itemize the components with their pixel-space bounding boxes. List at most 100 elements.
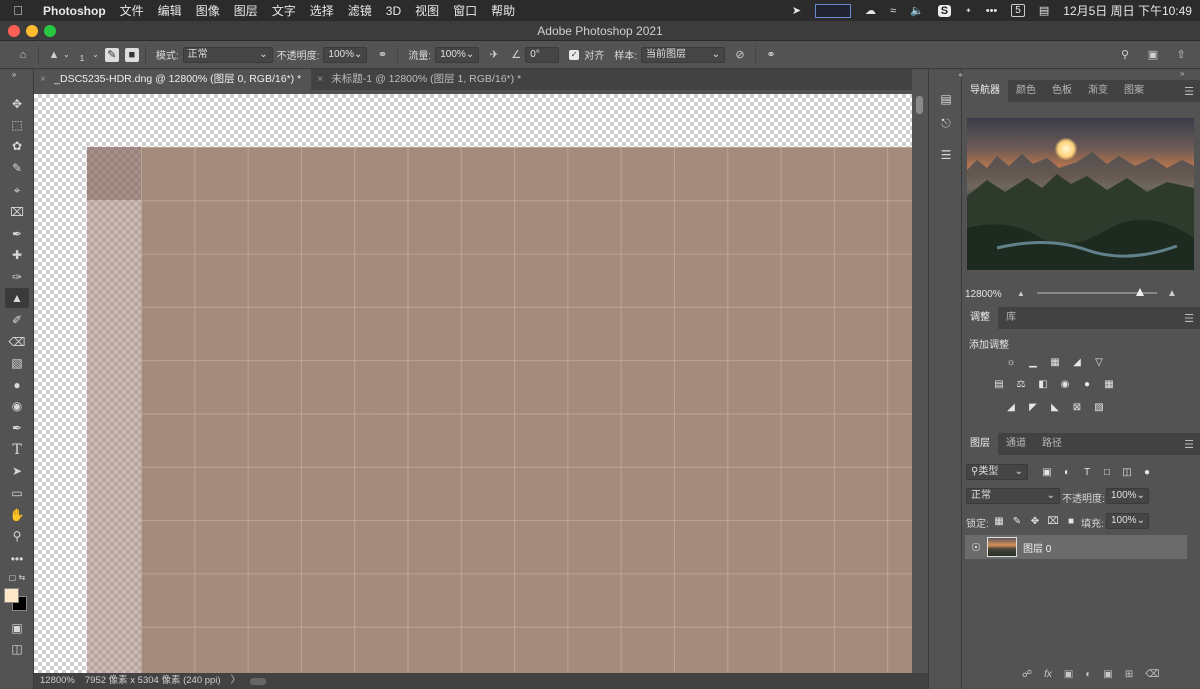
status-menu-arrow-icon[interactable]: 〉 [231, 673, 241, 689]
layer-style-icon[interactable]: fx [1044, 669, 1052, 680]
healing-brush-tool-icon[interactable]: ✚ [5, 245, 29, 265]
filter-shape-icon[interactable]: □ [1100, 465, 1114, 479]
cloud-icon[interactable]: ☁ [865, 4, 876, 17]
exposure-icon[interactable]: ◢ [1070, 355, 1084, 369]
levels-icon[interactable]: ▁ [1026, 355, 1040, 369]
new-group-icon[interactable]: ▣ [1103, 669, 1112, 680]
status-scroll-thumb[interactable] [250, 678, 267, 685]
brush-tool-icon[interactable]: ✑ [5, 267, 29, 287]
filter-pixel-icon[interactable]: ▣ [1040, 465, 1054, 479]
apple-icon[interactable]:  [0, 3, 36, 18]
eraser-tool-icon[interactable]: ⌫ [5, 332, 29, 352]
filter-adjustment-icon[interactable]: ◐ [1060, 465, 1074, 479]
send-icon[interactable]: ➤ [792, 4, 801, 17]
pressure-size-icon[interactable]: ⚭ [762, 46, 780, 64]
crop-tool-icon[interactable]: ⌖ [5, 180, 29, 200]
selective-color-icon[interactable]: ⊠ [1070, 400, 1084, 414]
edit-toolbar-icon[interactable]: ••• [5, 549, 29, 569]
menu-view[interactable]: 视图 [408, 2, 446, 19]
gradient-map-icon[interactable]: ▧ [1092, 400, 1106, 414]
brightness-contrast-icon[interactable]: ☼ [1004, 355, 1018, 369]
tab-color[interactable]: 颜色 [1008, 80, 1044, 102]
history-brush-tool-icon[interactable]: ✐ [5, 310, 29, 330]
panel-menu-icon[interactable]: ☰ [1184, 85, 1194, 98]
new-adjustment-layer-icon[interactable]: ◐ [1085, 669, 1091, 680]
lock-artboard-icon[interactable]: ⌧ [1046, 514, 1060, 528]
layer-thumbnail[interactable] [987, 537, 1017, 557]
lock-transparent-icon[interactable]: ▦ [992, 514, 1006, 528]
s-app-icon[interactable]: S [937, 4, 952, 17]
add-mask-icon[interactable]: ▣ [1064, 669, 1073, 680]
zoom-in-icon[interactable]: ▲ [1167, 288, 1177, 299]
brush-size-value[interactable]: 1 [80, 54, 84, 63]
visibility-eye-icon[interactable]: ☉ [971, 541, 981, 554]
quick-selection-tool-icon[interactable]: ✎ [5, 158, 29, 178]
menu-window[interactable]: 窗口 [446, 2, 484, 19]
navigator-zoom-value[interactable]: 12800% [965, 289, 1002, 300]
bluetooth-icon[interactable]: ᛭ [965, 5, 972, 17]
color-lookup-icon[interactable]: ▦ [1102, 377, 1116, 391]
menu-filter[interactable]: 滤镜 [341, 2, 379, 19]
filter-smart-object-icon[interactable]: ◫ [1120, 465, 1134, 479]
invert-icon[interactable]: ◢ [1004, 400, 1018, 414]
quick-mask-icon[interactable]: ▣ [5, 618, 29, 638]
preset-dropdown-chevron-icon[interactable]: ⌄ [63, 50, 70, 59]
menu-edit[interactable]: 编辑 [151, 2, 189, 19]
clone-source-icon[interactable]: ■ [124, 47, 139, 62]
layer-filter-select[interactable]: ⚲类型 ⌄ [966, 464, 1028, 480]
flow-input[interactable]: 100% ⌄ [435, 46, 480, 63]
scrollbar-thumb[interactable] [916, 96, 923, 114]
foreground-color-swatch[interactable] [4, 588, 19, 603]
brush-settings-icon[interactable]: ✎ [104, 47, 119, 62]
color-balance-icon[interactable]: ⚖ [1014, 377, 1028, 391]
navigator-preview[interactable] [967, 118, 1194, 270]
dodge-tool-icon[interactable]: ◉ [5, 396, 29, 416]
gradient-tool-icon[interactable]: ▧ [5, 353, 29, 373]
rectangle-tool-icon[interactable]: ▭ [5, 483, 29, 503]
link-layers-icon[interactable]: ☍ [1022, 669, 1032, 680]
lock-all-icon[interactable]: ■ [1064, 514, 1078, 528]
tab-swatches[interactable]: 色板 [1044, 80, 1080, 102]
close-tab-icon[interactable]: × [317, 73, 323, 85]
home-icon[interactable]: ⌂ [14, 46, 32, 64]
status-zoom[interactable]: 12800% [40, 673, 75, 689]
photo-filter-icon[interactable]: ◉ [1058, 377, 1072, 391]
vertical-scrollbar[interactable] [912, 94, 928, 673]
tab-gradients[interactable]: 渐变 [1080, 80, 1116, 102]
opacity-input[interactable]: 100% ⌄ [323, 46, 368, 63]
hand-tool-icon[interactable]: ✋ [5, 505, 29, 525]
panel-menu-icon[interactable]: ☰ [1184, 312, 1194, 325]
align-checkbox[interactable]: ✓ 对齐 [569, 47, 604, 62]
canvas-area[interactable] [34, 94, 912, 673]
tab-channels[interactable]: 通道 [998, 433, 1034, 455]
ignore-adjustment-layers-icon[interactable]: ⊘ [731, 46, 749, 64]
minimize-window-icon[interactable] [26, 25, 38, 37]
threshold-icon[interactable]: ◣ [1048, 400, 1062, 414]
collapse-toolbar-icon[interactable]: » [2, 69, 26, 79]
hue-saturation-icon[interactable]: ▤ [992, 377, 1006, 391]
clone-stamp-tool-icon[interactable]: ▲ [5, 288, 29, 308]
blend-mode-select[interactable]: 正常 ⌄ [966, 488, 1060, 504]
search-icon[interactable]: ⚲ [1116, 46, 1134, 64]
zoom-tool-icon[interactable]: ⚲ [5, 526, 29, 546]
histogram-panel-icon[interactable]: ▤ [934, 89, 958, 109]
menu-3d[interactable]: 3D [379, 4, 408, 18]
type-tool-icon[interactable]: T [5, 440, 29, 460]
tab-patterns[interactable]: 图案 [1116, 80, 1152, 102]
clock[interactable]: 12月5日 周日 下午10:49 [1063, 2, 1192, 19]
calendar-badge-icon[interactable]: 5 [1011, 4, 1025, 17]
mode-select[interactable]: 正常 ⌄ [182, 46, 273, 63]
blur-tool-icon[interactable]: ● [5, 375, 29, 395]
properties-panel-icon[interactable]: ☰ [934, 145, 958, 165]
tab-navigator[interactable]: 导航器 [962, 80, 1008, 102]
tab-adjustments[interactable]: 调整 [962, 307, 998, 329]
delete-layer-icon[interactable]: ⌫ [1145, 669, 1159, 680]
control-center-icon[interactable]: ▤ [1039, 4, 1049, 17]
close-window-icon[interactable] [8, 25, 20, 37]
eyedropper-tool-icon[interactable]: ✒ [5, 224, 29, 244]
collapse-panels-icon[interactable]: » [1180, 69, 1184, 78]
pen-tool-icon[interactable]: ✒ [5, 418, 29, 438]
zoom-window-icon[interactable] [44, 25, 56, 37]
vibrance-icon[interactable]: ▽ [1092, 355, 1106, 369]
move-tool-icon[interactable]: ✥ [5, 94, 29, 114]
